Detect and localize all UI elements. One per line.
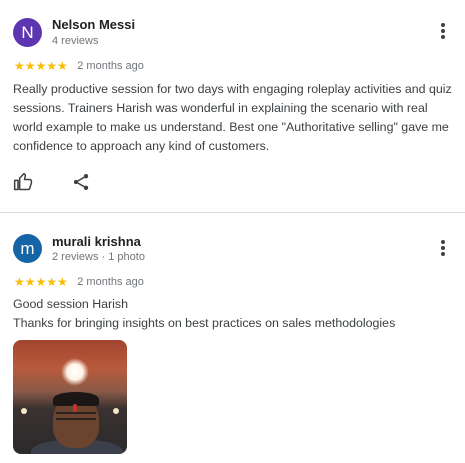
reviewer-name[interactable]: Nelson Messi [52,17,135,32]
reviewer-avatar[interactable]: m [13,234,42,263]
star-rating: ★★★★★ [14,58,68,73]
reviewer-avatar[interactable]: N [13,18,42,47]
more-vert-icon[interactable] [437,239,449,259]
reviewer-meta: 4 reviews [52,35,99,47]
reviewer-meta: 2 reviews · 1 photo [52,251,145,263]
share-icon[interactable] [71,172,91,192]
review-time: 2 months ago [77,59,144,72]
review-time: 2 months ago [77,275,144,288]
review-card: m murali krishna 2 reviews · 1 photo ★★★… [0,212,465,463]
review-text: Good session Harish Thanks for bringing … [13,297,396,330]
rating-row: ★★★★★ 2 months ago [14,273,144,289]
star-rating: ★★★★★ [14,274,68,289]
reviewer-name[interactable]: murali krishna [52,234,141,249]
more-vert-icon[interactable] [437,22,449,42]
review-text: Really productive session for two days w… [13,82,452,153]
thumb-up-icon[interactable] [13,172,33,192]
rating-row: ★★★★★ 2 months ago [14,57,144,73]
ceiling-light [61,358,89,386]
review-card: N Nelson Messi 4 reviews ★★★★★ 2 months … [0,0,465,212]
review-photo[interactable] [13,340,127,454]
glasses [56,412,96,420]
